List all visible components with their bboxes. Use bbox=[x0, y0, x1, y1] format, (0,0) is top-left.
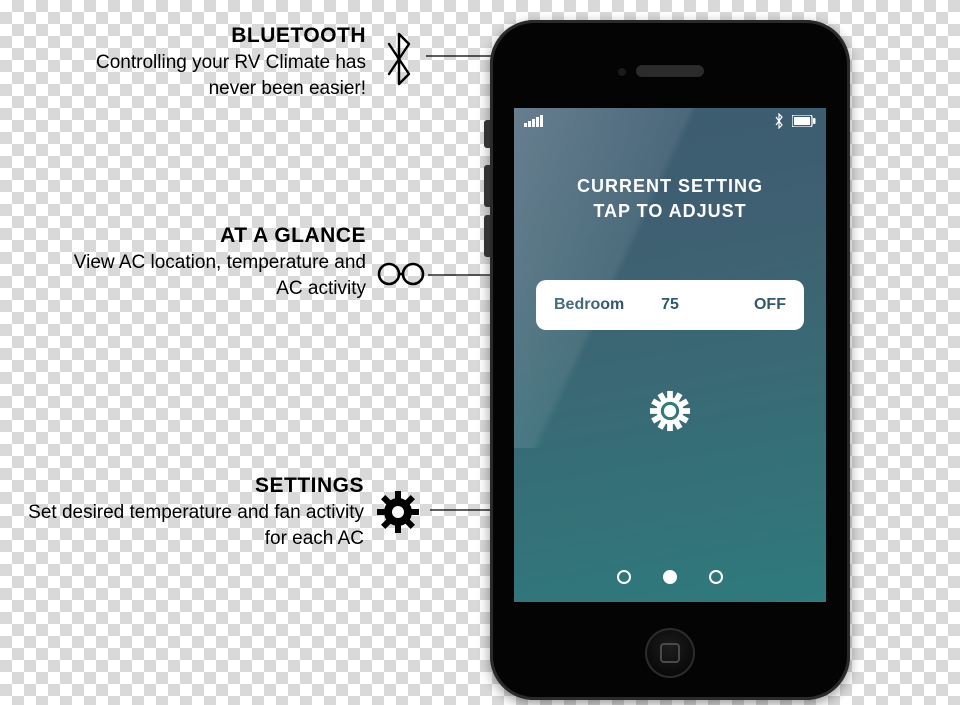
callout-glance-heading: AT A GLANCE bbox=[48, 222, 366, 250]
phone-mute-switch bbox=[484, 120, 490, 148]
callout-glance: AT A GLANCE View AC location, temperatur… bbox=[48, 222, 366, 302]
ac-temp-value: 75 bbox=[631, 296, 708, 314]
ac-state-value: OFF bbox=[709, 296, 786, 314]
callout-bluetooth-body: Controlling your RV Climate has never be… bbox=[56, 50, 366, 101]
callout-bluetooth: BLUETOOTH Controlling your RV Climate ha… bbox=[56, 22, 366, 102]
ac-status-card[interactable]: Bedroom 75 OFF bbox=[536, 280, 804, 330]
callout-glance-body: View AC location, temperature and AC act… bbox=[48, 250, 366, 301]
gear-icon bbox=[376, 490, 420, 539]
settings-gear-button[interactable] bbox=[514, 390, 826, 432]
home-button[interactable] bbox=[645, 628, 695, 678]
phone-volume-down bbox=[484, 215, 490, 257]
phone-volume-up bbox=[484, 165, 490, 207]
page-dot-1[interactable] bbox=[663, 570, 677, 584]
header-line-1: CURRENT SETTING bbox=[514, 174, 826, 199]
header-line-2: TAP TO ADJUST bbox=[514, 199, 826, 224]
battery-icon bbox=[792, 115, 816, 127]
page-dot-2[interactable] bbox=[709, 570, 723, 584]
status-bar bbox=[514, 108, 826, 134]
page-dot-0[interactable] bbox=[617, 570, 631, 584]
signal-icon bbox=[524, 115, 544, 127]
screen-header: CURRENT SETTING TAP TO ADJUST bbox=[514, 174, 826, 224]
callout-bluetooth-heading: BLUETOOTH bbox=[56, 22, 366, 50]
bluetooth-icon bbox=[376, 28, 422, 95]
callout-settings-heading: SETTINGS bbox=[26, 472, 364, 500]
bluetooth-status-icon bbox=[774, 113, 784, 129]
callout-settings: SETTINGS Set desired temperature and fan… bbox=[26, 472, 364, 552]
phone-screen: CURRENT SETTING TAP TO ADJUST Bedroom 75… bbox=[514, 108, 826, 602]
page-dots[interactable] bbox=[514, 570, 826, 584]
ac-room-label: Bedroom bbox=[554, 296, 631, 314]
phone-frame: CURRENT SETTING TAP TO ADJUST Bedroom 75… bbox=[490, 20, 850, 700]
callout-settings-body: Set desired temperature and fan activity… bbox=[26, 500, 364, 551]
glasses-icon bbox=[376, 260, 426, 293]
phone-front-camera bbox=[618, 68, 626, 76]
phone-speaker bbox=[635, 64, 705, 78]
